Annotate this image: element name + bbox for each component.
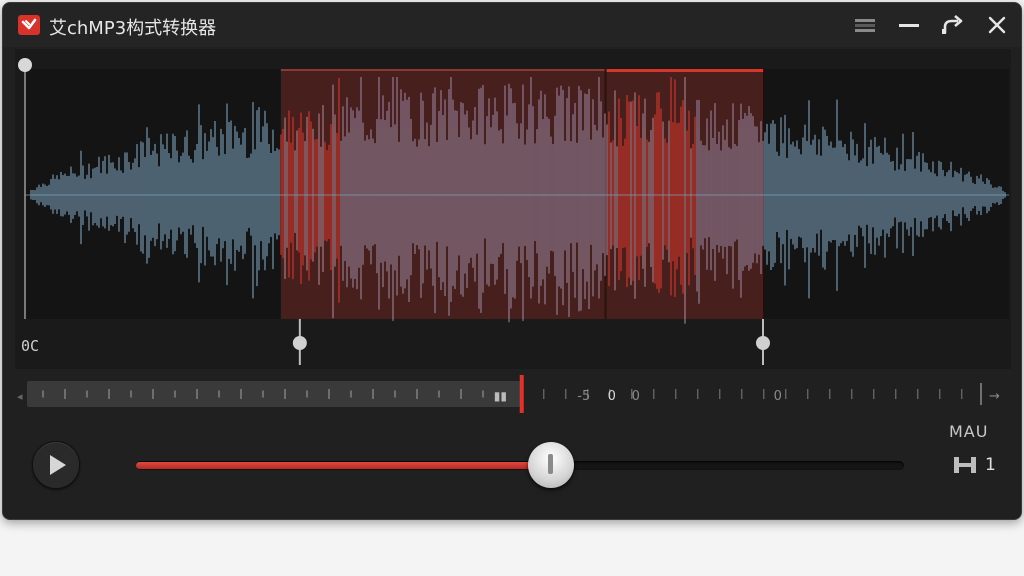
waveform-canvas[interactable] [15, 49, 1011, 369]
mode-label: MAU [949, 422, 989, 441]
progress-fill [136, 462, 551, 469]
share-icon [942, 15, 963, 34]
timeline-playhead[interactable] [519, 375, 524, 413]
menu-button[interactable] [851, 13, 879, 37]
start-marker-handle[interactable] [18, 58, 32, 72]
timeline-svg[interactable]: ◂ ▮▮ -5 0 0 0 → [13, 375, 1011, 415]
selection-end-handle[interactable] [756, 336, 770, 350]
window-title: 艾chMP3构式转换器 [49, 18, 217, 39]
progress-thumb[interactable] [527, 442, 574, 488]
close-button[interactable] [983, 13, 1011, 37]
close-icon [988, 16, 1006, 34]
menu-icon [855, 19, 875, 32]
minimize-icon [899, 24, 919, 27]
timeline-right-arrow: → [989, 389, 1000, 404]
timeline-left-arrow: ◂ [17, 390, 23, 403]
timeline-label: 0 [608, 389, 616, 404]
timeline-ruler[interactable]: ◂ ▮▮ -5 0 0 0 → [13, 375, 1011, 415]
selection-top-border [280, 69, 606, 71]
play-button[interactable] [32, 441, 80, 489]
timeline-label: -5 [577, 389, 590, 404]
bracket-icon[interactable] [953, 456, 977, 474]
progress-slider[interactable] [136, 442, 904, 488]
share-button[interactable] [939, 13, 967, 37]
selection-top-border-active [605, 69, 763, 72]
timeline-elapsed-region [27, 381, 522, 407]
app-logo-icon [18, 15, 40, 35]
minimize-button[interactable] [895, 13, 923, 37]
app-window: 艾chMP3构式转换器 0C ◂ ▮▮ -5 0 0 0 → MAU 1 [2, 2, 1022, 520]
count-value: 1 [985, 455, 996, 475]
time-start-label: 0C [21, 337, 40, 355]
waveform-panel[interactable]: 0C [15, 49, 1011, 369]
play-icon [50, 455, 66, 475]
timeline-label: 0 [632, 389, 640, 404]
selection-start-handle[interactable] [292, 336, 307, 350]
timeline-label: 0 [774, 389, 782, 404]
timeline-scrub-icon: ▮▮ [494, 389, 507, 403]
title-bar[interactable]: 艾chMP3构式转换器 [3, 3, 1021, 47]
